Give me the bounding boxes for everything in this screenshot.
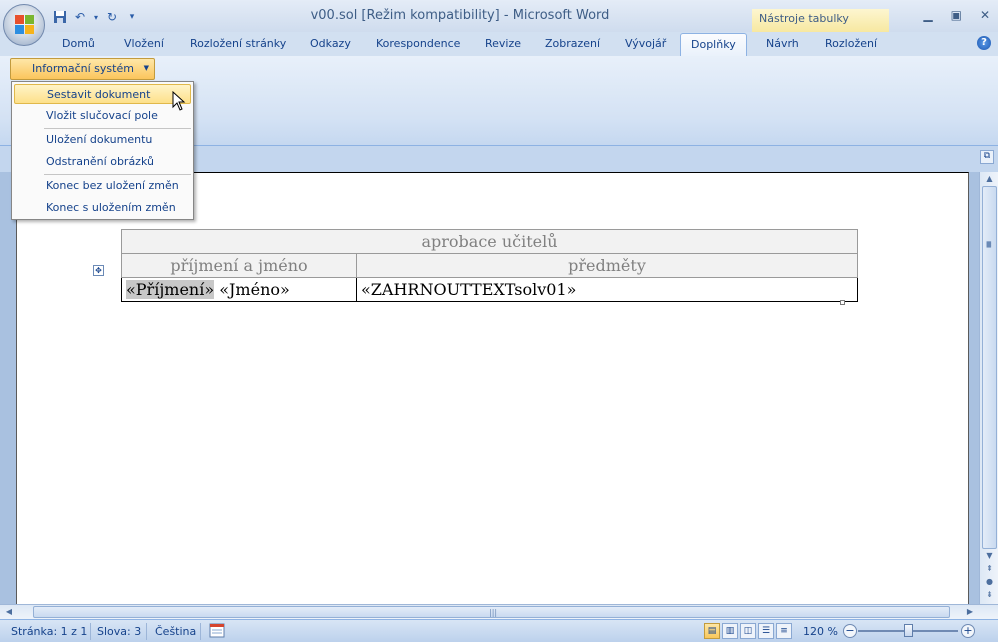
document-area: aprobace učitelů příjmení a jméno předmě…	[0, 172, 979, 604]
help-icon[interactable]: ?	[977, 36, 991, 50]
next-page-icon[interactable]: ⇟	[982, 588, 997, 602]
vertical-scroll-thumb[interactable]: ▬ ▬ ▬	[982, 186, 997, 549]
merge-field-subjects[interactable]: «ZAHRNOUTTEXTsolv01»	[361, 280, 576, 299]
save-icon[interactable]	[52, 9, 68, 25]
draft-view-icon[interactable]: ≡	[776, 623, 792, 639]
chevron-down-icon: ▼	[143, 64, 149, 72]
scroll-right-icon[interactable]: ▶	[963, 605, 977, 619]
tab-design[interactable]: Návrh	[766, 37, 799, 50]
table-move-handle-icon[interactable]: ✥	[93, 265, 104, 276]
information-system-button[interactable]: Informační systém ▼	[10, 58, 155, 80]
office-logo-icon	[15, 15, 35, 35]
minimize-icon[interactable]: ▁	[923, 8, 932, 22]
status-page[interactable]: Stránka: 1 z 1	[11, 625, 87, 638]
menu-item-build-document[interactable]: Sestavit dokument	[14, 84, 191, 104]
divider	[200, 623, 201, 640]
tab-insert[interactable]: Vložení	[124, 37, 164, 50]
window-controls: ▁ ▣ ✕	[923, 8, 990, 22]
tab-home[interactable]: Domů	[62, 37, 95, 50]
zoom-out-icon[interactable]: −	[843, 624, 857, 638]
mouse-cursor-icon	[172, 90, 186, 114]
information-system-label: Informační systém	[32, 62, 134, 75]
tab-mailings[interactable]: Korespondence	[376, 37, 460, 50]
menu-item-insert-merge-field[interactable]: Vložit slučovací pole	[14, 106, 191, 126]
tab-layout[interactable]: Rozložení	[825, 37, 877, 50]
previous-page-icon[interactable]: ⇞	[982, 562, 997, 576]
tab-addins[interactable]: Doplňky	[680, 33, 747, 57]
table-cell-name[interactable]: «Příjmení» «Jméno»	[121, 277, 357, 302]
restore-icon[interactable]: ▣	[951, 8, 962, 22]
table-header-name[interactable]: příjmení a jméno	[121, 253, 357, 278]
document-table[interactable]: aprobace učitelů příjmení a jméno předmě…	[121, 229, 858, 302]
table-cell-subjects[interactable]: «ZAHRNOUTTEXTsolv01»	[356, 277, 858, 302]
zoom-in-icon[interactable]: +	[961, 624, 975, 638]
tab-view[interactable]: Zobrazení	[545, 37, 600, 50]
menu-divider	[44, 128, 191, 129]
table-title-cell[interactable]: aprobace učitelů	[121, 229, 858, 254]
scroll-down-icon[interactable]: ▼	[982, 549, 997, 563]
status-words[interactable]: Slova: 3	[97, 625, 141, 638]
browse-object-icon[interactable]: ●	[982, 575, 997, 589]
menu-item-exit-without-saving[interactable]: Konec bez uložení změn	[14, 176, 191, 196]
tab-developer[interactable]: Vývojář	[625, 37, 666, 50]
status-language[interactable]: Čeština	[155, 625, 196, 638]
information-system-menu: Sestavit dokument Vložit slučovací pole …	[11, 81, 194, 220]
scroll-up-icon[interactable]: ▲	[982, 172, 997, 186]
window-title: v00.sol [Režim kompatibility] - Microsof…	[310, 8, 610, 23]
menu-item-remove-images[interactable]: Odstranění obrázků	[14, 152, 191, 172]
context-tab-label: Nástroje tabulky	[752, 9, 889, 32]
web-layout-icon[interactable]: ◫	[740, 623, 756, 639]
status-bar: Stránka: 1 z 1 Slova: 3 Čeština ▤ ▥ ◫ ☰ …	[0, 619, 998, 642]
tab-references[interactable]: Odkazy	[310, 37, 351, 50]
undo-dropdown-icon[interactable]: ▾	[92, 9, 100, 25]
table-header-subjects[interactable]: předměty	[356, 253, 858, 278]
macro-record-icon[interactable]	[209, 623, 225, 641]
title-bar: ↶ ▾ ↻ ▾ v00.sol [Režim kompatibility] - …	[0, 0, 998, 32]
ribbon-tabs: Domů Vložení Rozložení stránky Odkazy Ko…	[0, 32, 998, 57]
close-icon[interactable]: ✕	[980, 8, 990, 22]
table-resize-handle[interactable]	[840, 300, 845, 305]
scroll-left-icon[interactable]: ◀	[2, 605, 16, 619]
table-row: «Příjmení» «Jméno» «ZAHRNOUTTEXTsolv01»	[121, 277, 858, 302]
undo-icon[interactable]: ↶	[72, 9, 88, 25]
horizontal-scroll-thumb[interactable]: |||	[33, 606, 950, 618]
menu-item-save-document[interactable]: Uložení dokumentu	[14, 130, 191, 150]
redo-icon[interactable]: ↻	[104, 9, 120, 25]
tab-review[interactable]: Revize	[485, 37, 521, 50]
document-page[interactable]: aprobace učitelů příjmení a jméno předmě…	[16, 172, 969, 604]
zoom-level[interactable]: 120 %	[803, 625, 838, 638]
menu-item-exit-with-saving[interactable]: Konec s uložením změn	[14, 198, 191, 218]
quick-access-toolbar: ↶ ▾ ↻ ▾	[52, 7, 140, 27]
grip-icon: |||	[489, 608, 498, 617]
merge-field-name[interactable]: «Jméno»	[214, 280, 290, 299]
view-ruler-icon[interactable]: ⧉	[980, 150, 994, 164]
divider	[146, 623, 147, 640]
divider	[90, 623, 91, 640]
print-layout-view-icon[interactable]: ▤	[704, 623, 720, 639]
vertical-scrollbar[interactable]: ▲ ▬ ▬ ▬ ▼ ⇞ ● ⇟	[979, 172, 998, 604]
outline-view-icon[interactable]: ☰	[758, 623, 774, 639]
merge-field-surname[interactable]: «Příjmení»	[126, 280, 215, 299]
zoom-slider-thumb[interactable]	[904, 624, 913, 637]
grip-icon: ▬ ▬ ▬	[986, 239, 992, 250]
menu-divider	[44, 174, 191, 175]
horizontal-scrollbar[interactable]: ◀ ||| ▶	[0, 604, 998, 619]
full-screen-reading-icon[interactable]: ▥	[722, 623, 738, 639]
tab-page-layout[interactable]: Rozložení stránky	[190, 37, 286, 50]
customize-icon[interactable]: ▾	[124, 9, 140, 25]
office-button[interactable]	[3, 4, 45, 46]
